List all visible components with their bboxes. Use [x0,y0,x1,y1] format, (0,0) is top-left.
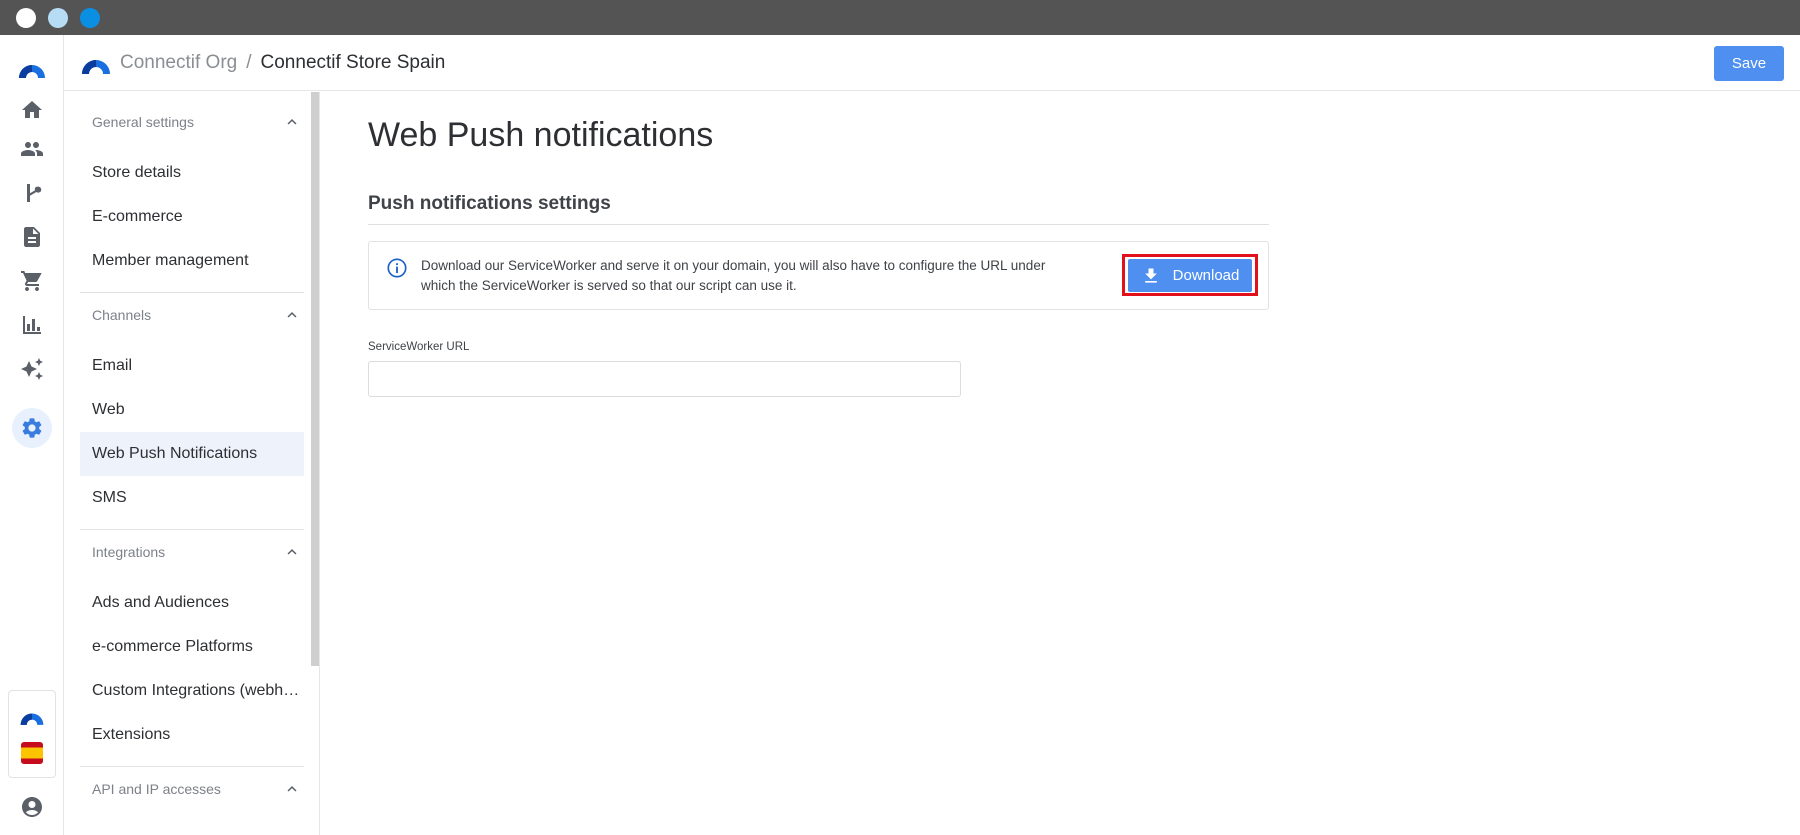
nav-item-custom-integrations[interactable]: Custom Integrations (webhooks) [80,669,304,713]
nav-section-label: Channels [92,307,152,323]
account-circle-icon[interactable] [18,793,46,821]
download-label: Download [1172,267,1240,284]
bar-chart-icon[interactable] [18,311,46,339]
breadcrumb-org[interactable]: Connectif Org [120,52,237,73]
serviceworker-url-label: ServiceWorker URL [368,341,470,353]
section-title: Push notifications settings [368,193,611,214]
window-minimize-button[interactable] [48,8,68,28]
section-divider [368,224,1269,225]
icon-rail [0,35,64,835]
nav-divider [80,529,304,530]
window-titlebar [0,0,1800,35]
nav-section-channels[interactable]: Channels [80,295,304,335]
window-close-button[interactable] [16,8,36,28]
top-header: Connectif Org / Connectif Store Spain Save [64,35,1800,91]
nav-section-label: General settings [92,114,194,130]
window-maximize-button[interactable] [80,8,100,28]
save-button[interactable]: Save [1714,46,1784,81]
nav-item-ecommerce-platforms[interactable]: e-commerce Platforms [80,625,304,669]
nav-section-label: Integrations [92,544,166,560]
breadcrumb-separator: / [246,52,252,73]
home-icon[interactable] [18,96,46,124]
connectif-logo-icon [82,60,110,74]
nav-item-extensions[interactable]: Extensions [80,713,304,757]
nav-item-sms[interactable]: SMS [80,476,304,520]
serviceworker-url-input[interactable] [368,361,961,397]
connectif-logo-icon [20,713,44,725]
nav-divider [80,766,304,767]
nav-scrollbar[interactable] [311,92,319,666]
chevron-up-icon[interactable] [280,540,304,564]
nav-section-api-and-ip-accesses[interactable]: API and IP accesses [80,769,304,809]
settings-nav: General settings Store details E-commerc… [64,92,320,835]
nav-section-label: API and IP accesses [92,781,221,797]
chevron-up-icon[interactable] [280,110,304,134]
nav-item-store-details[interactable]: Store details [80,151,304,195]
download-button[interactable]: Download [1128,259,1252,292]
workflow-icon[interactable] [18,179,46,207]
sparkles-icon[interactable] [18,355,46,383]
nav-item-member-management[interactable]: Member management [80,239,304,283]
breadcrumb-store: Connectif Store Spain [260,52,446,73]
people-icon[interactable] [18,135,46,163]
nav-item-email[interactable]: Email [80,344,304,388]
chevron-up-icon[interactable] [280,303,304,327]
nav-section-integrations[interactable]: Integrations [80,532,304,572]
info-icon [386,257,408,279]
breadcrumb: Connectif Org / Connectif Store Spain [120,52,445,74]
chevron-up-icon[interactable] [280,777,304,801]
gear-icon[interactable] [12,408,52,448]
nav-item-ads-and-audiences[interactable]: Ads and Audiences [80,581,304,625]
nav-divider [80,292,304,293]
connectif-logo-icon[interactable] [16,53,48,85]
info-text: Download our ServiceWorker and serve it … [421,258,1046,293]
nav-item-web-push-notifications[interactable]: Web Push Notifications [80,432,304,476]
nav-section-general-settings[interactable]: General settings [80,102,304,142]
nav-item-e-commerce[interactable]: E-commerce [80,195,304,239]
spain-flag-icon [21,742,43,764]
document-icon[interactable] [18,223,46,251]
cart-icon[interactable] [18,267,46,295]
page-title: Web Push notifications [368,116,714,154]
nav-item-web[interactable]: Web [80,388,304,432]
download-icon [1144,268,1157,283]
